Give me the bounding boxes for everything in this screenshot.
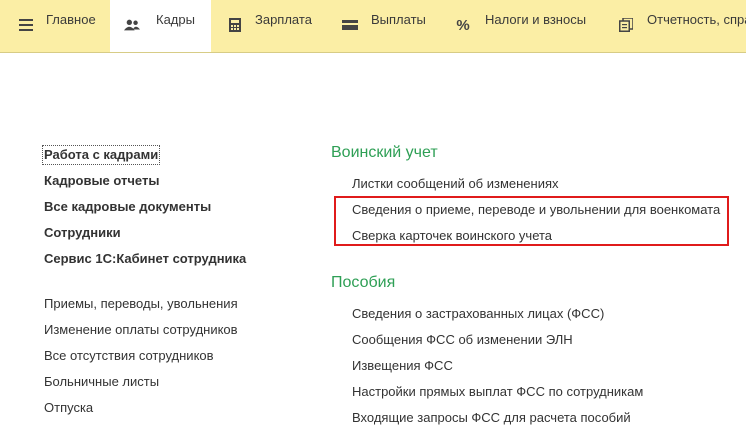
tab-salary[interactable]: Зарплата — [211, 0, 325, 52]
link-hr-work[interactable]: Работа с кадрами — [41, 145, 161, 165]
link-employees[interactable]: Сотрудники — [44, 225, 121, 241]
percent-icon: % — [456, 16, 470, 34]
tab-taxes[interactable]: % Налоги и взносы — [435, 0, 600, 52]
link-change-notices[interactable]: Листки сообщений об изменениях — [352, 176, 559, 192]
link-insured-persons[interactable]: Сведения о застрахованных лицах (ФСС) — [352, 306, 604, 322]
tab-label: Кадры — [156, 12, 195, 27]
section-bar: Главное Кадры Зарплата Выплаты % Налоги … — [0, 0, 746, 53]
link-hiring-transfers[interactable]: Приемы, переводы, увольнения — [44, 296, 238, 312]
group-title-military: Воинский учет — [331, 144, 438, 161]
link-eln-messages[interactable]: Сообщения ФСС об изменении ЭЛН — [352, 332, 573, 348]
wallet-icon — [342, 17, 358, 33]
menu-icon — [18, 17, 34, 33]
tab-label: Налоги и взносы — [485, 12, 587, 27]
tab-main[interactable]: Главное — [0, 0, 110, 52]
calculator-icon — [227, 17, 243, 33]
highlight-box — [334, 196, 729, 246]
link-vacations[interactable]: Отпуска — [44, 400, 93, 416]
link-pay-changes[interactable]: Изменение оплаты сотрудников — [44, 322, 238, 338]
link-hr-reports[interactable]: Кадровые отчеты — [44, 173, 159, 189]
link-sick-leaves[interactable]: Больничные листы — [44, 374, 159, 390]
tab-payments[interactable]: Выплаты — [325, 0, 435, 52]
link-direct-payment-settings[interactable]: Настройки прямых выплат ФСС по сотрудник… — [352, 384, 643, 400]
link-employee-cabinet-service[interactable]: Сервис 1С:Кабинет сотрудника — [44, 251, 246, 267]
link-fss-notices[interactable]: Извещения ФСС — [352, 358, 453, 374]
tab-label: Зарплата — [255, 12, 312, 27]
tab-reports[interactable]: Отчетность, спра — [600, 0, 746, 52]
group-title-benefits: Пособия — [331, 274, 396, 291]
tab-hr[interactable]: Кадры — [110, 0, 211, 52]
tab-label: Главное — [46, 12, 96, 27]
reports-icon — [618, 17, 634, 33]
tab-label: Отчетность, спра — [647, 12, 746, 27]
link-all-absences[interactable]: Все отсутствия сотрудников — [44, 348, 214, 364]
link-all-hr-documents[interactable]: Все кадровые документы — [44, 199, 211, 215]
tab-label: Выплаты — [371, 12, 426, 27]
people-icon — [124, 17, 140, 33]
